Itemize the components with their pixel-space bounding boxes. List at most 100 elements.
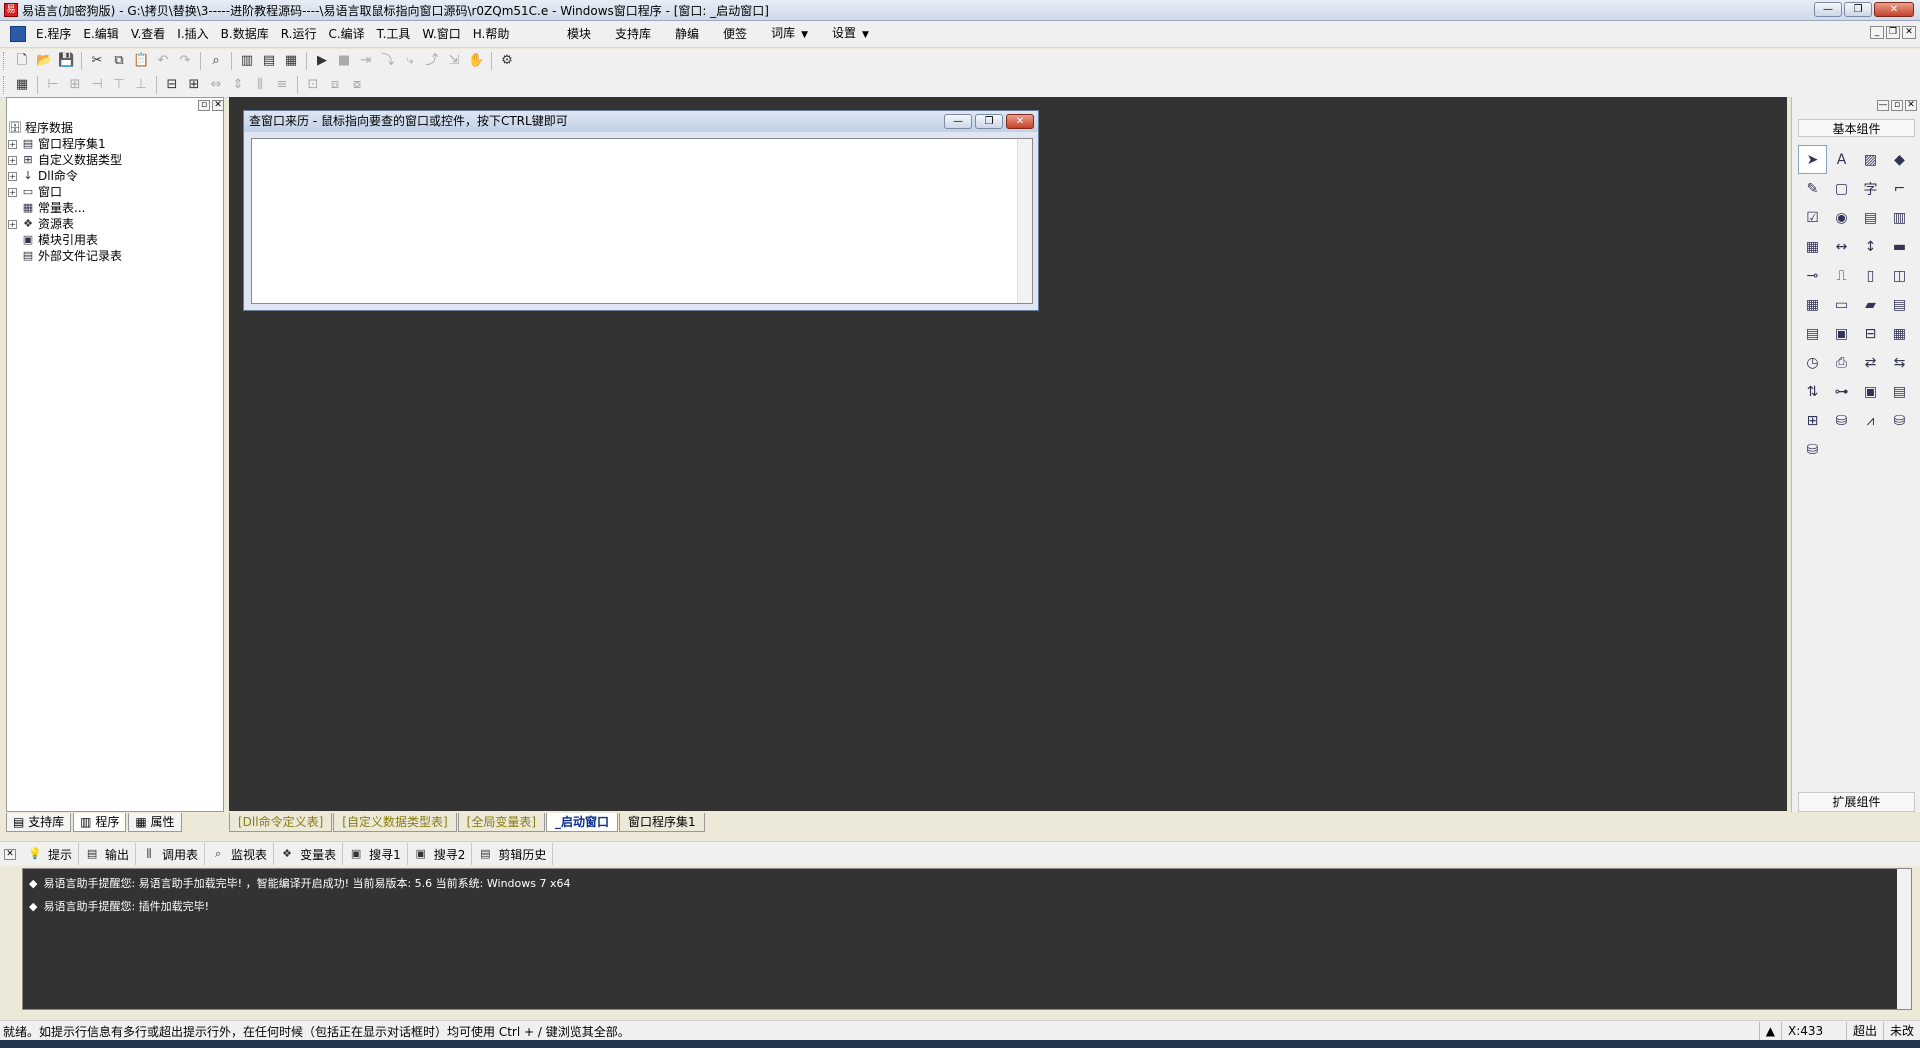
- tab-startup-window[interactable]: _启动窗口: [546, 813, 619, 832]
- same-width-icon[interactable]: ⇔: [208, 77, 224, 93]
- tab-support-lib[interactable]: ▤ 支持库: [6, 812, 72, 832]
- status-icon[interactable]: ⊟: [1856, 319, 1885, 348]
- menu-lexicon[interactable]: 词库 ▼: [759, 20, 820, 48]
- close-button[interactable]: ✕: [1874, 2, 1914, 17]
- child-maximize-button[interactable]: ❐: [975, 114, 1003, 129]
- shape-icon[interactable]: ◆: [1885, 145, 1914, 174]
- calendar-icon[interactable]: ◫: [1885, 261, 1914, 290]
- paste-icon[interactable]: 📋: [133, 53, 149, 69]
- provider-icon[interactable]: ⊞: [1798, 406, 1827, 435]
- space-evenly-icon[interactable]: ⫼: [252, 77, 268, 93]
- stop-icon[interactable]: ■: [336, 53, 352, 69]
- tab-call-stack[interactable]: ⫼ 调用表: [136, 843, 206, 865]
- menu-tools[interactable]: T.工具: [371, 21, 417, 47]
- child-window-content[interactable]: [251, 138, 1033, 304]
- tab-custom-types[interactable]: [自定义数据类型表]: [333, 813, 457, 832]
- tree-item-module-refs[interactable]: ▣ 模块引用表: [8, 232, 218, 248]
- panel-minimize-button[interactable]: —: [1877, 100, 1889, 111]
- open-folder-icon[interactable]: 📂: [36, 53, 52, 69]
- client-icon[interactable]: ⇆: [1885, 348, 1914, 377]
- menu-settings[interactable]: 设置 ▼: [820, 20, 881, 48]
- odbc-source-icon[interactable]: ⛁: [1798, 435, 1827, 464]
- child-window[interactable]: 查窗口来历 - 鼠标指向要查的窗口或控件，按下CTRL键即可 — ❐ ✕: [243, 110, 1039, 311]
- tree-root[interactable]: 🗄 程序数据: [8, 120, 218, 136]
- panel-close-button[interactable]: ✕: [212, 100, 224, 111]
- tab-hint[interactable]: 💡 提示: [22, 843, 80, 865]
- mdi-minimize-button[interactable]: _: [1870, 26, 1884, 39]
- center-horizontal-icon[interactable]: ⊟: [164, 77, 180, 93]
- cut-icon[interactable]: ✂: [89, 53, 105, 69]
- table-icon[interactable]: ▤: [1798, 319, 1827, 348]
- new-file-icon[interactable]: 🗋: [14, 53, 30, 69]
- menu-program[interactable]: E.程序: [30, 21, 77, 47]
- button-icon[interactable]: ▭: [1827, 290, 1856, 319]
- layout-grid-icon[interactable]: ▦: [283, 53, 299, 69]
- grid-toggle-icon[interactable]: ▦: [14, 77, 30, 93]
- save-icon[interactable]: 💾: [58, 53, 74, 69]
- combo-box-icon[interactable]: ▤: [1856, 203, 1885, 232]
- child-close-button[interactable]: ✕: [1006, 114, 1034, 129]
- progress-icon[interactable]: ▬: [1885, 232, 1914, 261]
- step-out-icon[interactable]: ⤴: [424, 53, 440, 69]
- frame-icon[interactable]: ▢: [1827, 174, 1856, 203]
- panel-restore-button[interactable]: ▫: [1891, 100, 1903, 111]
- tab-output[interactable]: ▤ 输出: [79, 843, 137, 865]
- menu-run[interactable]: R.运行: [275, 21, 323, 47]
- bring-front-icon[interactable]: ⧈: [327, 77, 343, 93]
- tab-window-module[interactable]: 窗口程序集1: [619, 813, 705, 832]
- port-icon[interactable]: ⊶: [1827, 377, 1856, 406]
- child-minimize-button[interactable]: —: [944, 114, 972, 129]
- menu-help[interactable]: H.帮助: [467, 21, 516, 47]
- list-icon[interactable]: ▦: [1798, 232, 1827, 261]
- timer-icon[interactable]: ◷: [1798, 348, 1827, 377]
- run-to-cursor-icon[interactable]: ⇲: [446, 53, 462, 69]
- hand-icon[interactable]: ✋: [468, 53, 484, 69]
- redo-icon[interactable]: ↷: [177, 53, 193, 69]
- vscroll-icon[interactable]: ↕: [1856, 232, 1885, 261]
- plugin-icon[interactable]: ⚙: [499, 53, 515, 69]
- menu-support-lib[interactable]: 支持库: [603, 21, 663, 47]
- center-vertical-icon[interactable]: ⊞: [186, 77, 202, 93]
- tab-properties[interactable]: ▦ 属性: [128, 812, 182, 832]
- same-height-icon[interactable]: ⇕: [230, 77, 246, 93]
- folder-icon[interactable]: ▰: [1856, 290, 1885, 319]
- undo-icon[interactable]: ↶: [155, 53, 171, 69]
- mdi-restore-button[interactable]: ❐: [1886, 26, 1900, 39]
- step-into-icon[interactable]: ⤵: [380, 53, 396, 69]
- network-icon[interactable]: ⇄: [1856, 348, 1885, 377]
- minimize-button[interactable]: —: [1814, 2, 1842, 17]
- picture-box-icon[interactable]: ▨: [1856, 145, 1885, 174]
- output-close-button[interactable]: ✕: [4, 848, 16, 860]
- tab-dll-commands[interactable]: [Dll命令定义表]: [229, 813, 333, 832]
- tree-item-resources[interactable]: + ❖ 资源表: [8, 216, 218, 232]
- tab-clip-history[interactable]: ▤ 剪辑历史: [472, 843, 554, 865]
- tree-item-dll[interactable]: + ↓ Dll命令: [8, 168, 218, 184]
- vertical-scrollbar[interactable]: [1017, 139, 1032, 303]
- plus-icon[interactable]: +: [8, 187, 17, 197]
- align-right-icon[interactable]: ⊣: [89, 77, 105, 93]
- chart-icon[interactable]: ⩘: [1856, 406, 1885, 435]
- database-icon[interactable]: ⛁: [1827, 406, 1856, 435]
- date-icon[interactable]: ▯: [1856, 261, 1885, 290]
- step-over-icon[interactable]: ⤷: [402, 53, 418, 69]
- menu-view[interactable]: V.查看: [125, 21, 171, 47]
- tree-item-custom-type[interactable]: + ⊞ 自定义数据类型: [8, 152, 218, 168]
- tab-variables[interactable]: ❖ 变量表: [274, 843, 344, 865]
- grid-icon[interactable]: ▦: [1798, 290, 1827, 319]
- tab-program[interactable]: ▥ 程序: [73, 812, 127, 832]
- space-vertical-icon[interactable]: ≡: [274, 77, 290, 93]
- menu-static-compile[interactable]: 静编: [663, 21, 711, 47]
- vertical-scrollbar[interactable]: [1897, 869, 1911, 1009]
- align-left-icon[interactable]: ⊢: [45, 77, 61, 93]
- menu-window[interactable]: W.窗口: [416, 21, 466, 47]
- window-frame-icon[interactable]: ▣: [1856, 377, 1885, 406]
- tab-watch[interactable]: ⌕ 监视表: [205, 843, 275, 865]
- tree-item-window[interactable]: + ▭ 窗口: [8, 184, 218, 200]
- tab-search1[interactable]: ▣ 搜寻1: [343, 843, 408, 865]
- picture-list-icon[interactable]: ▣: [1827, 319, 1856, 348]
- tab-global-variables[interactable]: [全局变量表]: [457, 813, 546, 832]
- extended-components-header[interactable]: 扩展组件: [1798, 792, 1915, 812]
- layout-top-icon[interactable]: ▤: [261, 53, 277, 69]
- find-icon[interactable]: ⌕: [208, 53, 224, 69]
- menu-database[interactable]: B.数据库: [215, 21, 275, 47]
